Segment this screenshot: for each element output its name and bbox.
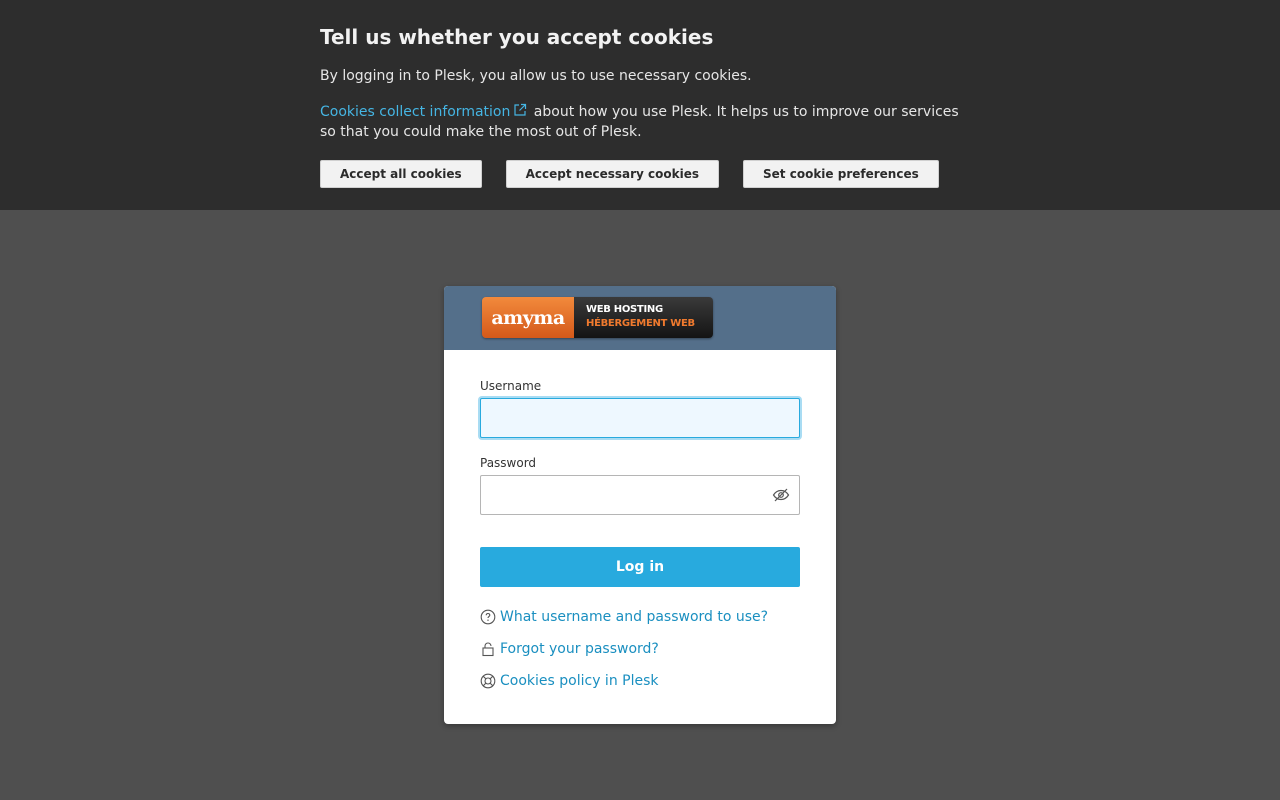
cookies-info-link[interactable]: Cookies collect information	[320, 103, 529, 120]
brand-logo-name: amyma	[491, 306, 565, 329]
login-form: Username Password Log in What username a…	[480, 378, 800, 703]
accept-all-cookies-button[interactable]: Accept all cookies	[320, 160, 482, 188]
cookie-preferences-button[interactable]: Set cookie preferences	[743, 160, 939, 188]
cookie-banner-content: Tell us whether you accept cookies By lo…	[320, 24, 960, 188]
password-input[interactable]	[480, 475, 800, 515]
login-button[interactable]: Log in	[480, 547, 800, 587]
brand-tagline-line2: HÉBERGEMENT WEB	[586, 318, 695, 329]
cookie-banner: Tell us whether you accept cookies By lo…	[0, 0, 1280, 210]
accept-necessary-cookies-button[interactable]: Accept necessary cookies	[505, 160, 720, 188]
login-card-header: amyma WEB HOSTING HÉBERGEMENT WEB	[444, 286, 836, 350]
password-label: Password	[480, 456, 537, 470]
eye-slash-icon[interactable]	[772, 487, 790, 503]
credentials-help-link[interactable]: What username and password to use?	[500, 607, 768, 627]
brand-tagline-line1: WEB HOSTING	[586, 304, 663, 315]
brand-logo: amyma WEB HOSTING HÉBERGEMENT WEB	[482, 297, 713, 338]
password-group: Password	[480, 455, 800, 515]
cookie-banner-title: Tell us whether you accept cookies	[320, 25, 714, 49]
cookie-banner-info: Cookies collect information about how yo…	[320, 102, 960, 142]
lock-icon	[482, 642, 494, 657]
question-circle-icon	[480, 609, 496, 625]
help-link-row: What username and password to use?	[480, 607, 800, 627]
help-links: What username and password to use? Forgo…	[480, 607, 800, 691]
lifebuoy-icon	[480, 673, 496, 689]
password-field-wrapper	[480, 475, 800, 515]
brand-logo-mark: amyma	[482, 297, 574, 338]
username-label: Username	[480, 379, 542, 393]
forgot-password-link[interactable]: Forgot your password?	[500, 639, 659, 659]
login-card: amyma WEB HOSTING HÉBERGEMENT WEB Userna…	[444, 286, 836, 724]
external-link-icon	[514, 103, 527, 116]
brand-logo-tagline: WEB HOSTING HÉBERGEMENT WEB	[574, 297, 713, 338]
username-group: Username	[480, 378, 800, 438]
cookie-banner-text: By logging in to Plesk, you allow us to …	[320, 68, 752, 84]
cookies-info-link-label: Cookies collect information	[320, 104, 511, 120]
help-link-row: Forgot your password?	[480, 639, 800, 659]
cookies-policy-link[interactable]: Cookies policy in Plesk	[500, 671, 658, 691]
cookie-buttons: Accept all cookies Accept necessary cook…	[320, 160, 960, 188]
username-input[interactable]	[480, 398, 800, 438]
help-link-row: Cookies policy in Plesk	[480, 671, 800, 691]
